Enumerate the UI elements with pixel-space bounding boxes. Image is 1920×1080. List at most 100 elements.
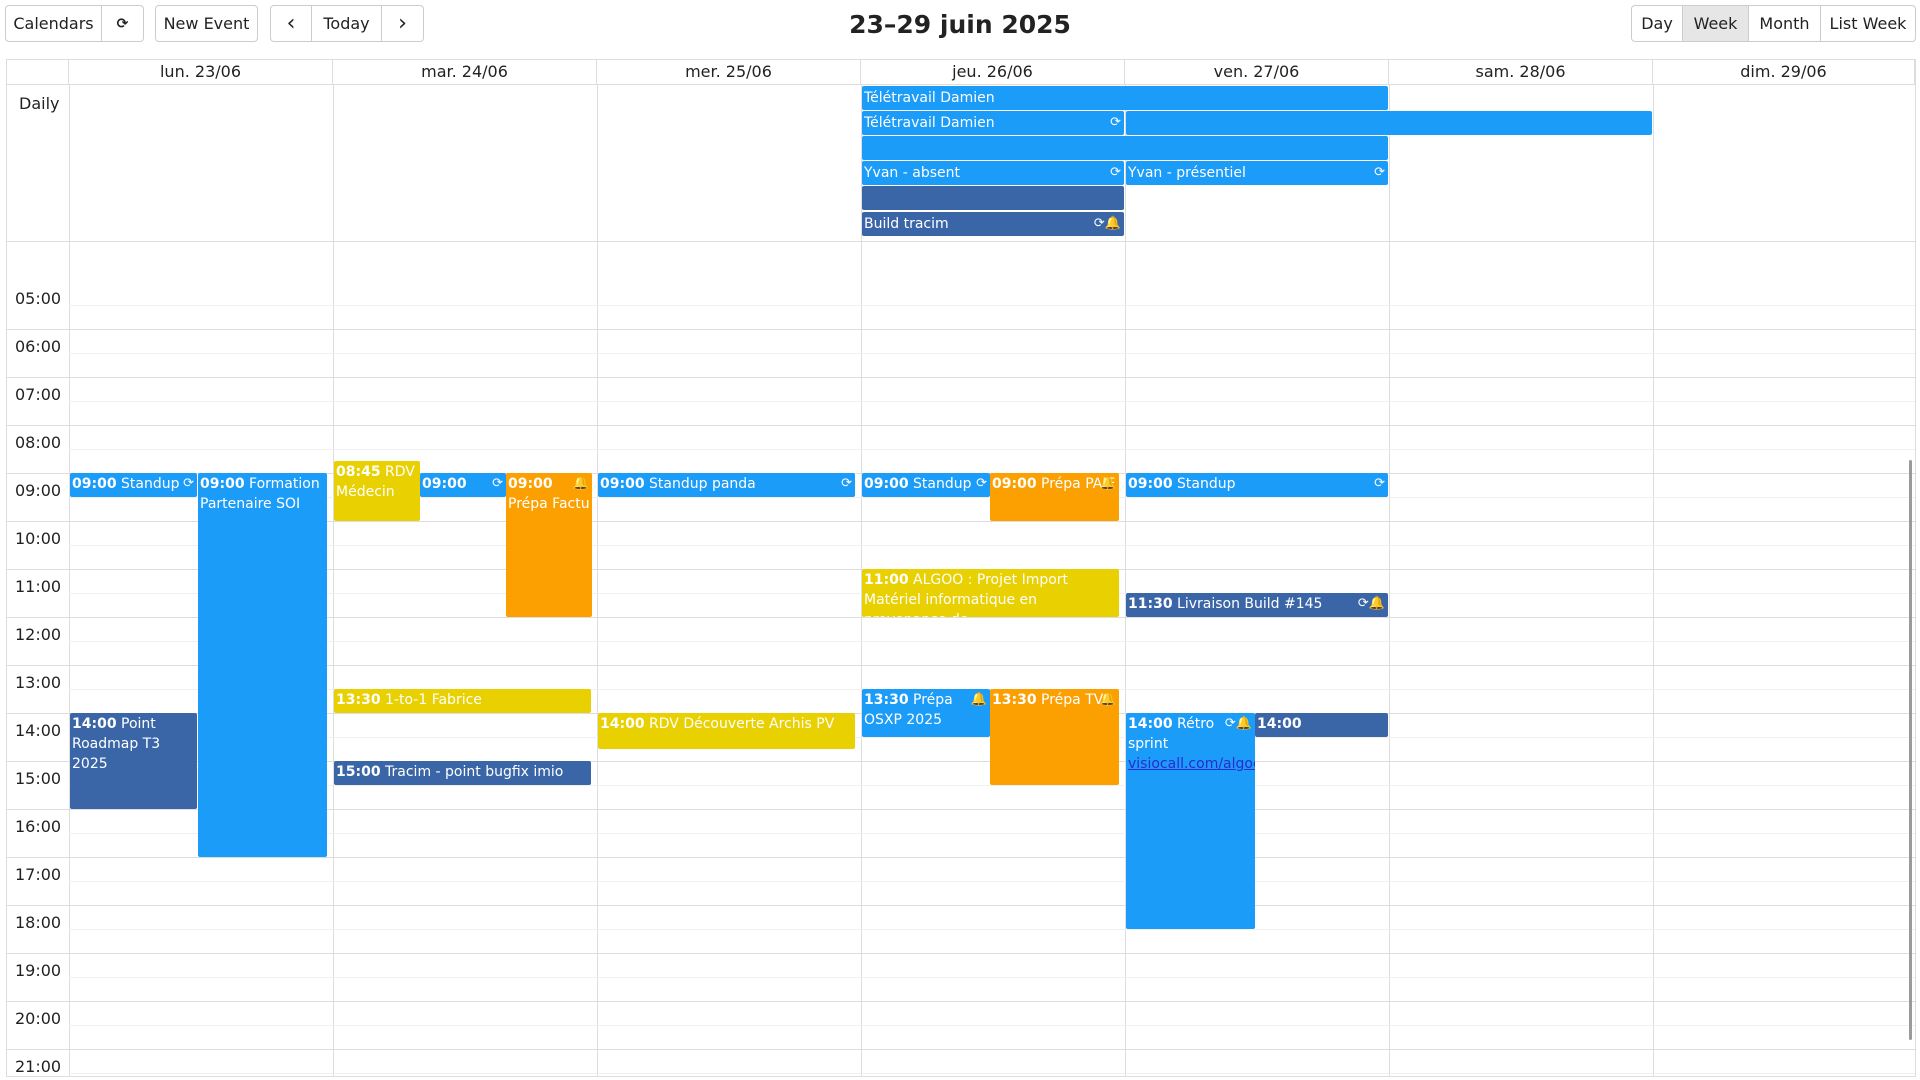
hour-label: 20:00 — [15, 1009, 62, 1028]
event[interactable]: 09:00 Standup ⟳ — [70, 473, 197, 497]
recurring-icon: ⟳ — [1374, 476, 1385, 491]
event[interactable]: 09:00 Standup ⟳ — [1126, 473, 1388, 497]
daily-label: Daily — [19, 94, 60, 113]
view-day-button[interactable]: Day — [1631, 5, 1683, 42]
event-title: Yvan - absent — [864, 165, 960, 181]
event-time: 14:00 — [600, 716, 645, 732]
half-hour-line — [69, 833, 1915, 834]
recurring-bell-icon: ⟳🔔 — [1357, 596, 1385, 611]
view-switcher: Day Week Month List Week — [1631, 5, 1916, 42]
event[interactable]: 14:00 Point Roadmap T3 2025 — [70, 713, 197, 809]
event-time: 11:30 — [1128, 596, 1173, 612]
event[interactable]: 11:00 ALGOO : Projet Import Matériel inf… — [862, 569, 1119, 617]
day-header: sam. 28/06 — [1389, 60, 1653, 84]
hour-line — [7, 905, 1915, 906]
all-day-event[interactable] — [862, 136, 1388, 160]
event[interactable]: 09:00 Standup ⟳ — [862, 473, 990, 497]
event-time: 09:00 — [422, 476, 467, 492]
event-time: 11:00 — [864, 572, 909, 588]
event-title: Standup panda — [649, 476, 756, 492]
hour-line — [7, 953, 1915, 954]
half-hour-line — [69, 641, 1915, 642]
view-week-button[interactable]: Week — [1683, 5, 1749, 42]
event[interactable]: 09:00 Prépa PAIE 🔔 — [990, 473, 1119, 521]
event-time: 09:00 — [72, 476, 117, 492]
hour-label: 05:00 — [15, 289, 62, 308]
all-day-event[interactable] — [1126, 111, 1652, 135]
day-header: dim. 29/06 — [1653, 60, 1915, 84]
recurring-icon: ⟳ — [976, 476, 987, 491]
hour-line — [7, 377, 1915, 378]
event[interactable]: 13:30 Prépa OSXP 2025 🔔 — [862, 689, 990, 737]
corner-cell — [7, 60, 69, 84]
hour-label: 14:00 — [15, 721, 62, 740]
all-day-event[interactable]: Télétravail Damien ⟳ — [862, 111, 1124, 135]
event-time: 09:00 — [992, 476, 1037, 492]
event[interactable]: 09:00 Prépa Factu 🔔 — [506, 473, 592, 617]
hour-label: 10:00 — [15, 529, 62, 548]
event-title: Yvan - présentiel — [1128, 165, 1246, 181]
view-list-week-button[interactable]: List Week — [1821, 5, 1916, 42]
bell-icon: 🔔 — [1099, 692, 1116, 707]
event[interactable]: 09:00 Standup panda ⟳ — [598, 473, 855, 497]
event-title: Standup — [1177, 476, 1236, 492]
recurring-bell-icon: ⟳🔔 — [1224, 716, 1252, 731]
half-hour-line — [69, 881, 1915, 882]
recurring-icon: ⟳ — [1374, 165, 1385, 180]
hour-label: 12:00 — [15, 625, 62, 644]
column-divider — [597, 84, 598, 1076]
all-day-event[interactable]: Yvan - absent ⟳ — [862, 161, 1124, 185]
event-title: Standup — [913, 476, 972, 492]
event[interactable]: 14:00 Rétro sprint ⟳🔔 visiocall.com/algoo — [1126, 713, 1255, 929]
all-day-event[interactable]: Télétravail Damien — [862, 86, 1388, 110]
event[interactable]: 14:00 — [1255, 713, 1388, 737]
event-time: 14:00 — [1128, 716, 1173, 732]
event-time: 13:30 — [992, 692, 1037, 708]
half-hour-line — [69, 545, 1915, 546]
event[interactable]: 13:30 Prépa TVA 🔔 — [990, 689, 1119, 785]
event[interactable]: 09:00 Formation Partenaire SOI — [198, 473, 327, 857]
event[interactable]: 11:30 Livraison Build #145 ⟳🔔 — [1126, 593, 1388, 617]
event-title: Build tracim — [864, 216, 949, 232]
hour-label: 08:00 — [15, 433, 62, 452]
half-hour-line — [69, 353, 1915, 354]
event[interactable]: 13:30 1-to-1 Fabrice — [334, 689, 591, 713]
view-month-button[interactable]: Month — [1749, 5, 1821, 42]
hour-label: 17:00 — [15, 865, 62, 884]
event[interactable]: 14:00 RDV Découverte Archis PV — [598, 713, 855, 749]
event[interactable]: 08:45 RDV Médecin — [334, 461, 420, 521]
event-time: 09:00 — [1128, 476, 1173, 492]
column-divider — [333, 84, 334, 1076]
event-title: 1-to-1 Fabrice — [385, 692, 482, 708]
event-title: Prépa Factu — [508, 496, 590, 512]
day-header: mer. 25/06 — [597, 60, 861, 84]
all-day-event[interactable]: Build tracim ⟳🔔 — [862, 212, 1124, 236]
event-title: RDV Découverte Archis PV — [649, 716, 835, 732]
event-title: Standup — [121, 476, 180, 492]
recurring-icon: ⟳ — [1110, 165, 1121, 180]
event-time: 14:00 — [1257, 716, 1302, 732]
all-day-divider — [7, 241, 1915, 242]
half-hour-line — [69, 1073, 1915, 1074]
day-header: mar. 24/06 — [333, 60, 597, 84]
recurring-icon: ⟳ — [183, 476, 194, 491]
event[interactable]: 09:00 ⟳ — [420, 473, 506, 497]
half-hour-line — [69, 929, 1915, 930]
half-hour-line — [69, 785, 1915, 786]
all-day-event[interactable]: Yvan - présentiel ⟳ — [1126, 161, 1388, 185]
hour-label: 16:00 — [15, 817, 62, 836]
hour-label: 09:00 — [15, 481, 62, 500]
calendar-grid: lun. 23/06 mar. 24/06 mer. 25/06 jeu. 26… — [6, 59, 1916, 1077]
hour-label: 15:00 — [15, 769, 62, 788]
hour-label: 18:00 — [15, 913, 62, 932]
event[interactable]: 15:00 Tracim - point bugfix imio — [334, 761, 591, 785]
recurring-bell-icon: ⟳🔔 — [1093, 216, 1121, 231]
all-day-event[interactable] — [862, 186, 1124, 210]
bell-icon: 🔔 — [970, 692, 987, 707]
scrollbar[interactable] — [1909, 460, 1912, 1040]
event-time: 09:00 — [508, 476, 553, 492]
event-link[interactable]: visiocall.com/algoo — [1128, 756, 1255, 772]
hour-label: 21:00 — [15, 1057, 62, 1076]
event-time: 15:00 — [336, 764, 381, 780]
half-hour-line — [69, 305, 1915, 306]
